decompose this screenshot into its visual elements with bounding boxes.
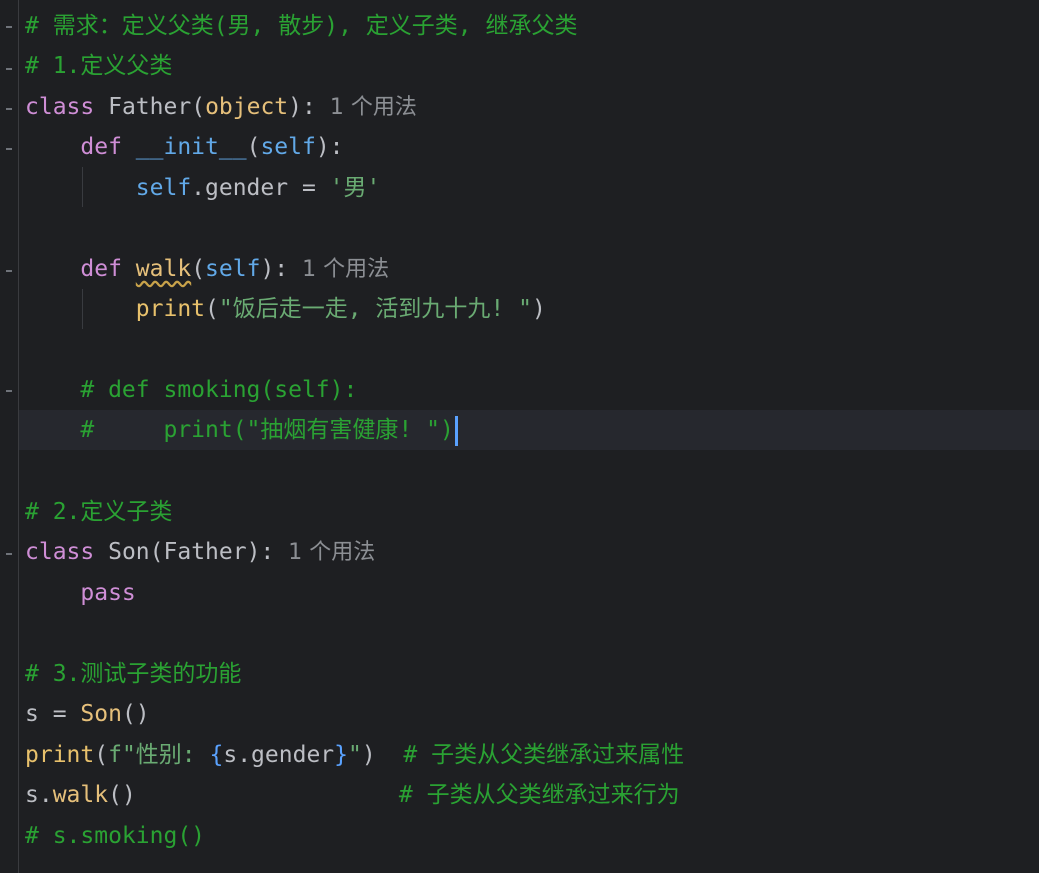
- paren: (: [191, 94, 206, 120]
- comment: # 2.定义子类: [25, 499, 173, 525]
- code-line-21[interactable]: # s.smoking(): [25, 816, 205, 856]
- code-line-11[interactable]: # print("抽烟有害健康! "): [25, 410, 458, 450]
- comment: # 3.测试子类的功能: [25, 661, 242, 687]
- code-line-8[interactable]: print("饭后走一走, 活到九十九! "): [25, 289, 546, 329]
- code-line-17[interactable]: # 3.测试子类的功能: [25, 654, 241, 694]
- code-line-15[interactable]: pass: [25, 573, 136, 613]
- code-line-10[interactable]: # def smoking(self):: [25, 370, 357, 410]
- paren: (: [205, 296, 219, 322]
- fold-marker-icon[interactable]: [6, 148, 12, 150]
- code-line-5[interactable]: self.gender = '男': [25, 168, 381, 208]
- paren: (): [108, 782, 136, 808]
- paren: ): [361, 742, 376, 768]
- comment: # print("抽烟有害健康! "): [80, 417, 454, 443]
- paren: ):: [260, 256, 289, 282]
- fstring-expression: s.gender: [223, 742, 335, 768]
- self-param: self: [260, 134, 316, 160]
- code-line-20[interactable]: s.walk() # 子类从父类继承过来行为: [25, 775, 680, 815]
- attribute-assign: .gender =: [191, 175, 330, 201]
- paren: ): [531, 296, 546, 322]
- keyword: def: [80, 256, 122, 282]
- usage-hint[interactable]: 1 个用法: [288, 540, 375, 565]
- editor-gutter[interactable]: [0, 0, 19, 873]
- object-ref: s.: [25, 782, 53, 808]
- class-call: Son: [80, 701, 122, 727]
- code-line-13[interactable]: # 2.定义子类: [25, 492, 172, 532]
- comment: # 子类从父类继承过来属性: [403, 742, 685, 768]
- string-literal: '男': [329, 175, 381, 201]
- code-line-14[interactable]: class Son(Father): 1 个用法: [25, 532, 375, 572]
- method-name: __init__: [135, 134, 247, 160]
- class-name: Father: [108, 94, 192, 120]
- code-line-1[interactable]: # 需求：定义父类(男, 散步), 定义子类, 继承父类: [25, 6, 577, 46]
- code-line-7[interactable]: def walk(self): 1 个用法: [25, 249, 389, 289]
- text-caret: [454, 415, 458, 446]
- code-line-2[interactable]: # 1.定义父类: [25, 46, 172, 86]
- comment: # 子类从父类继承过来行为: [398, 782, 680, 808]
- builtin-function: print: [135, 296, 206, 322]
- variable-assign: s =: [25, 701, 81, 727]
- paren: (: [94, 742, 109, 768]
- paren: (: [191, 256, 206, 282]
- fold-marker-icon[interactable]: [6, 68, 12, 70]
- class-name: Son: [108, 539, 150, 565]
- keyword: class: [25, 539, 95, 565]
- comment: # 1.定义父类: [25, 53, 173, 79]
- self-ref: self: [135, 175, 192, 201]
- fold-marker-icon[interactable]: [6, 390, 12, 392]
- fold-marker-icon[interactable]: [6, 26, 12, 28]
- paren: ):: [315, 134, 344, 160]
- string-literal: "饭后走一走, 活到九十九! ": [218, 296, 532, 322]
- self-param: self: [205, 256, 261, 282]
- base-class: object: [205, 94, 289, 120]
- code-editor[interactable]: # 需求：定义父类(男, 散步), 定义子类, 继承父类 # 1.定义父类 cl…: [0, 0, 1039, 873]
- paren: (: [246, 134, 261, 160]
- fstring-literal: f"性别:: [108, 742, 210, 768]
- code-line-18[interactable]: s = Son(): [25, 694, 150, 734]
- keyword: def: [80, 134, 122, 160]
- fold-marker-icon[interactable]: [6, 108, 12, 110]
- comment: # 需求：定义父类(男, 散步), 定义子类, 继承父类: [25, 13, 578, 39]
- fold-marker-icon[interactable]: [6, 553, 12, 555]
- code-line-3[interactable]: class Father(object): 1 个用法: [25, 87, 417, 127]
- fstring-brace: {: [209, 742, 224, 768]
- code-line-19[interactable]: print(f"性别: {s.gender}") # 子类从父类继承过来属性: [25, 735, 684, 775]
- paren: (): [121, 701, 150, 727]
- usage-hint[interactable]: 1 个用法: [302, 257, 389, 282]
- paren: ):: [288, 94, 316, 120]
- usage-hint[interactable]: 1 个用法: [330, 95, 417, 120]
- fstring-brace: }: [334, 742, 348, 768]
- keyword: class: [25, 94, 95, 120]
- base-class: (Father):: [149, 539, 275, 565]
- fstring-literal: ": [348, 742, 362, 768]
- method-call: walk: [52, 782, 109, 808]
- comment: # def smoking(self):: [80, 377, 358, 403]
- method-name: walk: [135, 256, 192, 282]
- code-line-4[interactable]: def __init__(self):: [25, 127, 344, 167]
- builtin-function: print: [25, 742, 95, 768]
- keyword: pass: [80, 580, 136, 606]
- fold-marker-icon[interactable]: [6, 270, 12, 272]
- comment: # s.smoking(): [25, 823, 206, 849]
